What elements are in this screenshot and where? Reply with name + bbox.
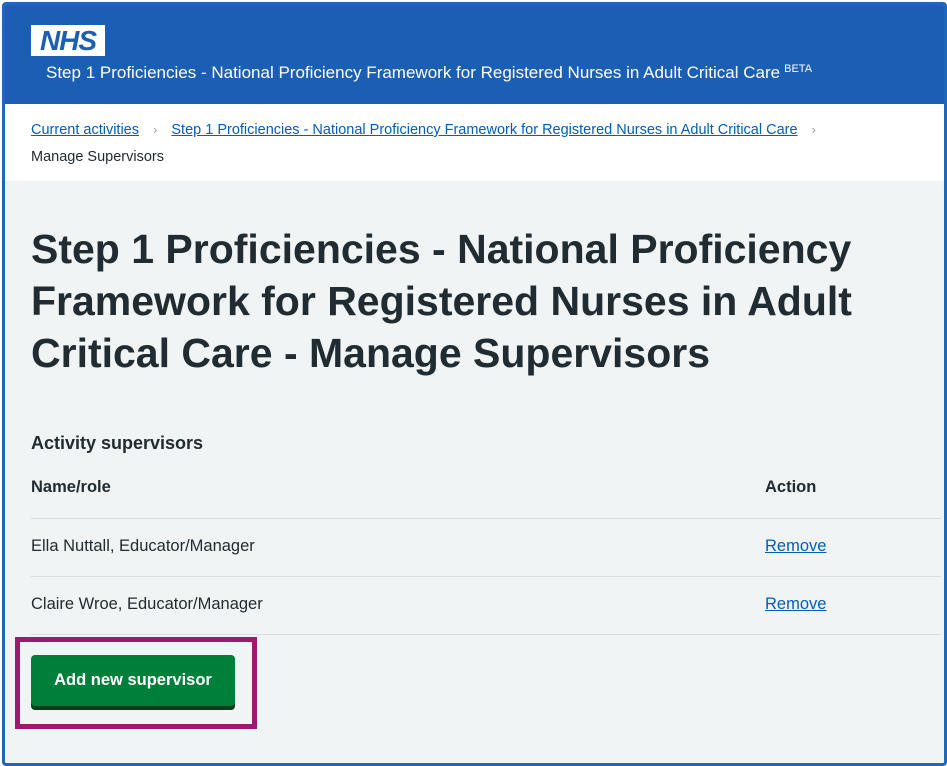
supervisors-table: Name/role Action Ella Nuttall, Educator/… [31, 469, 941, 635]
breadcrumb-current-page: Manage Supervisors [31, 149, 164, 165]
add-new-supervisor-button[interactable]: Add new supervisor [31, 655, 235, 706]
page-frame: NHS Step 1 Proficiencies - National Prof… [2, 2, 947, 766]
supervisor-name-role: Ella Nuttall, Educator/Manager [31, 537, 255, 555]
breadcrumb-links: Current activities › Step 1 Proficiencie… [31, 122, 826, 138]
breadcrumb: Current activities › Step 1 Proficiencie… [5, 104, 944, 181]
beta-tag: BETA [784, 63, 813, 75]
breadcrumb-activity-link[interactable]: Step 1 Proficiencies - National Proficie… [171, 122, 797, 138]
action-cell: Remove [765, 595, 826, 614]
breadcrumb-current-activities-link[interactable]: Current activities [31, 122, 139, 138]
column-header-action: Action [765, 478, 817, 496]
service-name[interactable]: Step 1 Proficiencies - National Proficie… [46, 63, 812, 83]
table-header-row: Name/role Action [31, 469, 941, 519]
action-cell: Remove [765, 537, 826, 556]
column-header-name-role: Name/role [31, 478, 111, 496]
table-row: Ella Nuttall, Educator/Manager Remove [31, 519, 941, 577]
service-name-text: Step 1 Proficiencies - National Proficie… [46, 63, 781, 82]
table-row: Claire Wroe, Educator/Manager Remove [31, 577, 941, 635]
page-title: Step 1 Proficiencies - National Proficie… [31, 226, 852, 376]
chevron-right-icon: › [811, 122, 816, 137]
nhs-logo-text: NHS [39, 24, 97, 56]
nhs-logo[interactable]: NHS [31, 25, 105, 56]
site-header: NHS Step 1 Proficiencies - National Prof… [5, 5, 944, 104]
activity-supervisors-heading: Activity supervisors [31, 433, 204, 453]
remove-supervisor-link[interactable]: Remove [765, 595, 826, 613]
chevron-right-icon: › [153, 122, 158, 137]
supervisor-name-role: Claire Wroe, Educator/Manager [31, 595, 263, 613]
remove-supervisor-link[interactable]: Remove [765, 537, 826, 555]
